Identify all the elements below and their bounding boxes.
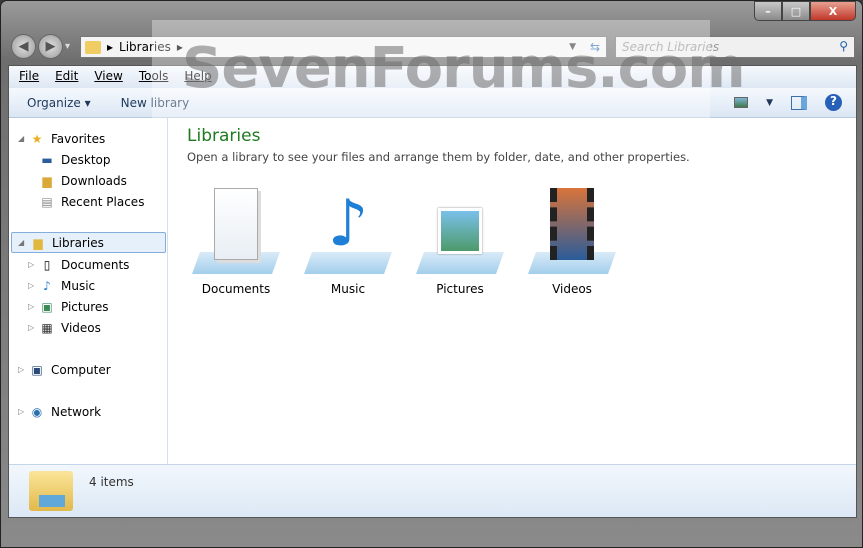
recent-places-icon: ▤ xyxy=(41,194,53,209)
sidebar-item-videos[interactable]: ▷ ▦ Videos xyxy=(28,317,101,338)
preview-pane-icon[interactable] xyxy=(791,95,807,110)
pictures-icon: ▣ xyxy=(41,299,53,314)
documents-library-icon xyxy=(214,188,258,260)
command-bar: Organize ▾ New library ▼ ? xyxy=(9,88,856,118)
sidebar-item-libraries[interactable]: ◢ ▆ Libraries xyxy=(11,232,166,253)
back-button[interactable]: ◀ xyxy=(11,34,36,59)
new-library-button[interactable]: New library xyxy=(121,96,190,110)
library-pictures[interactable]: Pictures xyxy=(410,188,510,296)
menu-bar: File Edit View Tools Help xyxy=(9,66,856,88)
breadcrumb-separator[interactable]: ▸ xyxy=(107,40,113,54)
sidebar-item-network[interactable]: ▷ ◉ Network xyxy=(18,401,101,422)
content-pane: Libraries Open a library to see your fil… xyxy=(169,118,856,466)
pictures-library-icon xyxy=(438,208,482,254)
minimize-button[interactable]: – xyxy=(754,1,782,21)
music-icon: ♪ xyxy=(43,278,51,293)
documents-icon: ▯ xyxy=(43,257,51,272)
breadcrumb-separator[interactable]: ▸ xyxy=(177,40,183,54)
menu-edit[interactable]: Edit xyxy=(55,69,78,85)
menu-tools[interactable]: Tools xyxy=(139,69,169,85)
search-input[interactable]: Search Libraries ⚲ xyxy=(615,36,855,58)
close-button[interactable]: X xyxy=(810,1,856,21)
breadcrumb-libraries[interactable]: Libraries xyxy=(119,40,171,54)
maximize-button[interactable]: □ xyxy=(782,1,810,21)
library-documents[interactable]: Documents xyxy=(186,188,286,296)
sidebar-item-computer[interactable]: ▷ ▣ Computer xyxy=(18,359,111,380)
computer-icon: ▣ xyxy=(31,362,43,377)
sidebar-item-documents[interactable]: ▷ ▯ Documents xyxy=(28,254,129,275)
menu-view[interactable]: View xyxy=(94,69,122,85)
libraries-icon: ▆ xyxy=(33,235,43,250)
menu-help[interactable]: Help xyxy=(184,69,211,85)
star-icon: ★ xyxy=(31,131,43,146)
videos-icon: ▦ xyxy=(41,320,53,335)
library-music[interactable]: ♪ Music xyxy=(298,188,398,296)
navigation-pane: ◢ ★ Favorites ▬ Desktop ▆ Downloads ▤ Recent … xyxy=(9,118,168,466)
view-dropdown-icon[interactable]: ▼ xyxy=(766,98,773,108)
sidebar-item-recent-places[interactable]: ▤ Recent Places xyxy=(39,191,144,212)
item-count: 4 items xyxy=(89,475,134,489)
change-view-icon[interactable] xyxy=(734,97,749,108)
sidebar-item-music[interactable]: ▷ ♪ Music xyxy=(28,275,95,296)
videos-library-icon xyxy=(550,188,594,260)
sidebar-item-favorites[interactable]: ◢ ★ Favorites xyxy=(18,128,105,149)
address-bar[interactable]: ▸ Libraries ▸ ▼ ⇆ xyxy=(80,36,607,58)
organize-button[interactable]: Organize ▾ xyxy=(27,96,91,110)
sidebar-item-downloads[interactable]: ▆ Downloads xyxy=(39,170,127,191)
library-videos[interactable]: Videos xyxy=(522,188,622,296)
libraries-folder-icon xyxy=(85,40,101,54)
network-icon: ◉ xyxy=(31,404,43,419)
window-frame: – □ X ◀ ▶ ▾ ▸ Libraries ▸ ▼ ⇆ Search Lib… xyxy=(0,0,863,548)
help-icon[interactable]: ? xyxy=(825,94,842,111)
forward-button[interactable]: ▶ xyxy=(38,34,63,59)
libraries-large-icon xyxy=(29,471,73,511)
details-pane: 4 items xyxy=(9,464,856,517)
address-dropdown-icon[interactable]: ▼ xyxy=(569,42,576,52)
search-icon[interactable]: ⚲ xyxy=(839,39,848,53)
downloads-folder-icon: ▆ xyxy=(42,173,52,188)
menu-file[interactable]: File xyxy=(19,69,39,85)
sidebar-item-pictures[interactable]: ▷ ▣ Pictures xyxy=(28,296,109,317)
page-subtitle: Open a library to see your files and arr… xyxy=(187,150,690,164)
refresh-icon[interactable]: ⇆ xyxy=(590,40,600,54)
recent-pages-dropdown[interactable]: ▾ xyxy=(65,41,70,52)
desktop-icon: ▬ xyxy=(41,152,53,167)
sidebar-item-desktop[interactable]: ▬ Desktop xyxy=(39,149,110,170)
page-title: Libraries xyxy=(187,126,261,146)
music-library-icon: ♪ xyxy=(327,187,369,261)
